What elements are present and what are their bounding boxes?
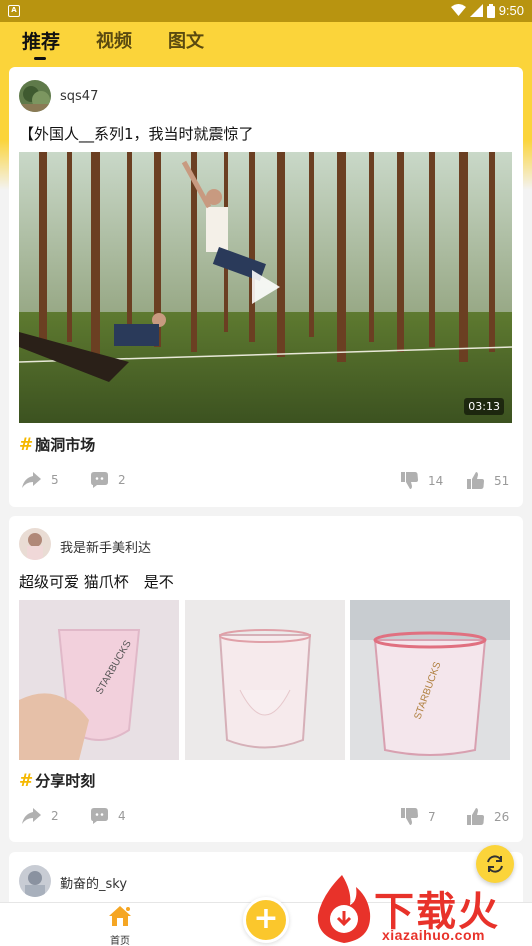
wifi-icon bbox=[450, 4, 466, 16]
status-time: 9:50 bbox=[498, 3, 524, 18]
action-row: 2 4 7 26 bbox=[9, 808, 523, 828]
hashtag-icon: # bbox=[19, 770, 34, 791]
comment-icon bbox=[91, 808, 108, 824]
topic-tag[interactable]: # 脑洞市场 bbox=[19, 434, 95, 455]
top-tabs: 推荐 视频 图文 bbox=[0, 22, 532, 64]
share-icon bbox=[22, 472, 41, 488]
dislike-count: 7 bbox=[428, 809, 436, 824]
dislike-icon bbox=[401, 472, 418, 489]
signal-icon bbox=[469, 4, 483, 17]
status-indicators: 9:50 bbox=[450, 3, 524, 18]
refresh-icon bbox=[487, 855, 503, 873]
watermark-domain: xiazaihuo.com bbox=[382, 927, 485, 943]
like-button[interactable]: 51 bbox=[467, 472, 509, 489]
username[interactable]: sqs47 bbox=[60, 89, 98, 104]
username[interactable]: 我是新手美利达 bbox=[60, 537, 151, 556]
dislike-icon bbox=[401, 808, 418, 825]
comment-button[interactable]: 2 bbox=[91, 472, 126, 488]
like-icon bbox=[467, 472, 484, 489]
post-image[interactable]: STARBUCKS bbox=[19, 600, 179, 760]
like-button[interactable]: 26 bbox=[467, 808, 509, 825]
tab-recommend[interactable]: 推荐 bbox=[22, 22, 60, 64]
like-count: 51 bbox=[494, 473, 510, 488]
avatar[interactable] bbox=[19, 865, 51, 897]
dislike-count: 14 bbox=[428, 473, 444, 488]
post-image[interactable] bbox=[185, 600, 345, 760]
status-bar: A 9:50 bbox=[0, 0, 532, 22]
dislike-button[interactable]: 14 bbox=[401, 472, 443, 489]
home-icon bbox=[109, 906, 131, 926]
add-post-button[interactable]: + bbox=[243, 897, 289, 943]
topic-tag[interactable]: # 分享时刻 bbox=[19, 770, 95, 791]
app-notification-icon: A bbox=[8, 5, 20, 17]
topic-label: 分享时刻 bbox=[35, 772, 96, 790]
post-text[interactable]: 【外国人__系列1，我当时就震惊了 bbox=[19, 123, 254, 144]
share-count: 2 bbox=[51, 809, 59, 823]
share-button[interactable]: 5 bbox=[22, 472, 59, 488]
tab-image-text[interactable]: 图文 bbox=[168, 22, 204, 64]
topic-label: 脑洞市场 bbox=[35, 436, 96, 454]
post-card[interactable]: 我是新手美利达 超级可爱 猫爪杯 是不 STARBUCKS STARBUCKS … bbox=[9, 516, 523, 842]
flame-logo-icon bbox=[317, 875, 371, 943]
nav-home-label: 首页 bbox=[110, 936, 130, 946]
video-player[interactable]: 03:13 bbox=[19, 152, 512, 423]
comment-count: 2 bbox=[118, 473, 126, 487]
post-card[interactable]: sqs47 【外国人__系列1，我当时就震惊了 03:13 # 脑洞市场 5 2… bbox=[9, 67, 523, 507]
play-icon[interactable] bbox=[252, 270, 280, 304]
hashtag-icon: # bbox=[19, 434, 34, 455]
username[interactable]: 勤奋的_sky bbox=[60, 873, 127, 892]
avatar[interactable] bbox=[19, 528, 51, 560]
post-image[interactable]: STARBUCKS bbox=[350, 600, 510, 760]
battery-icon bbox=[486, 3, 495, 18]
tab-video[interactable]: 视频 bbox=[96, 22, 132, 64]
share-button[interactable]: 2 bbox=[22, 808, 59, 824]
watermark-logo: 下载火 xiazaihuo.com bbox=[312, 873, 532, 946]
video-duration: 03:13 bbox=[464, 398, 504, 415]
action-row: 5 2 14 51 bbox=[9, 472, 523, 492]
share-icon bbox=[22, 808, 41, 824]
nav-home[interactable]: 首页 bbox=[100, 905, 140, 946]
comment-button[interactable]: 4 bbox=[91, 808, 126, 824]
comment-count: 4 bbox=[118, 809, 126, 823]
dislike-button[interactable]: 7 bbox=[401, 808, 436, 825]
avatar[interactable] bbox=[19, 80, 51, 112]
like-icon bbox=[467, 808, 484, 825]
post-text[interactable]: 超级可爱 猫爪杯 是不 bbox=[19, 571, 174, 592]
share-count: 5 bbox=[51, 473, 59, 487]
like-count: 26 bbox=[494, 809, 510, 824]
comment-icon bbox=[91, 472, 108, 488]
